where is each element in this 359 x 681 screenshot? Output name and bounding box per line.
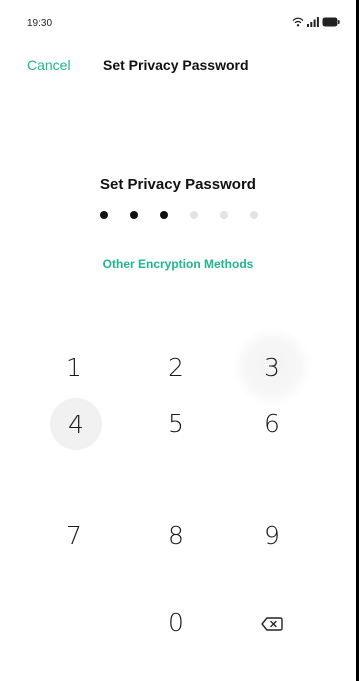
pin-dot-empty (190, 211, 198, 219)
status-icons (292, 16, 340, 30)
status-bar: 19:30 (0, 0, 356, 36)
key-0[interactable]: 0 (146, 592, 206, 652)
pin-dot-empty (220, 211, 228, 219)
backspace-icon (261, 608, 283, 637)
wifi-icon (292, 14, 304, 32)
nav-bar: Cancel Set Privacy Password (0, 52, 356, 80)
key-1[interactable]: 1 (44, 337, 104, 397)
cancel-button[interactable]: Cancel (27, 57, 71, 73)
key-7[interactable]: 7 (44, 505, 104, 565)
pin-dot-filled (130, 211, 138, 219)
status-time: 19:30 (27, 18, 53, 29)
pin-dot-filled (160, 211, 168, 219)
password-prompt-title: Set Privacy Password (100, 176, 256, 193)
delete-button[interactable] (242, 592, 302, 652)
pin-dot-filled (100, 211, 108, 219)
pin-dot-empty (250, 211, 258, 219)
key-5[interactable]: 5 (146, 393, 206, 453)
key-4[interactable]: 4 (50, 398, 102, 450)
key-6[interactable]: 6 (242, 393, 302, 453)
key-2[interactable]: 2 (146, 337, 206, 397)
other-encryption-methods-link[interactable]: Other Encryption Methods (0, 257, 356, 271)
signal-icon (307, 14, 319, 32)
page-title: Set Privacy Password (103, 57, 249, 73)
pin-indicator (94, 208, 266, 222)
key-8[interactable]: 8 (146, 505, 206, 565)
key-9[interactable]: 9 (242, 505, 302, 565)
battery-icon (322, 14, 340, 32)
